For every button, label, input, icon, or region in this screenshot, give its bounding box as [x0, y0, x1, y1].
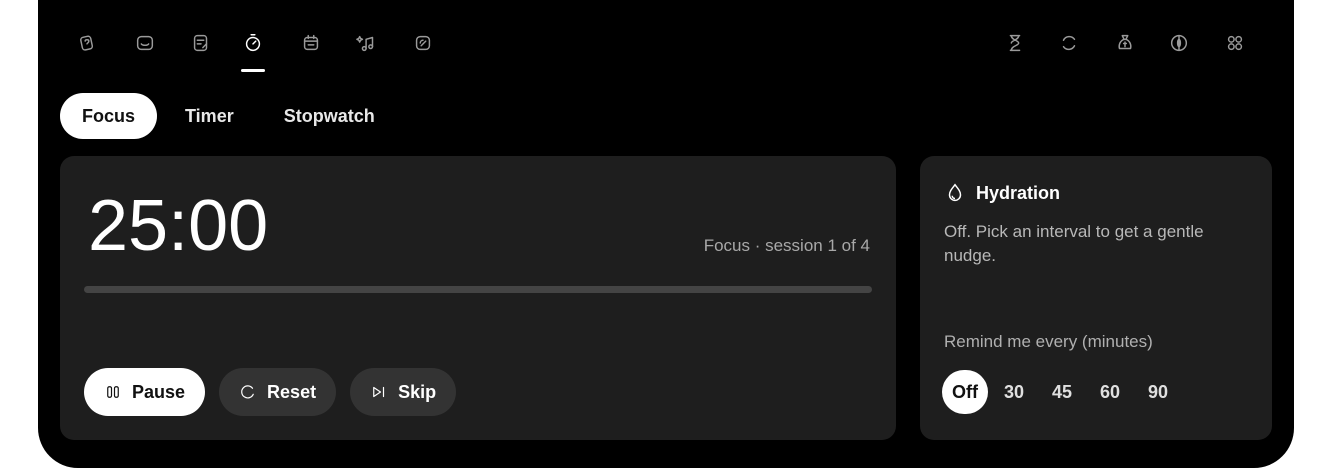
calendar-icon[interactable] — [296, 28, 326, 58]
inbox-icon[interactable] — [130, 28, 160, 58]
reset-button[interactable]: Reset — [219, 368, 337, 416]
app-window: Focus Timer Stopwatch 25:00 Focus · sess… — [38, 0, 1294, 468]
skip-icon — [373, 386, 385, 398]
remind-label: Remind me every (minutes) — [944, 332, 1153, 351]
skip-label: Skip — [398, 381, 437, 402]
mode-tabs: Focus Timer Stopwatch — [60, 93, 397, 139]
focus-card: 25:00 Focus · session 1 of 4 Pause Reset… — [60, 156, 896, 440]
hourglass-icon[interactable] — [1000, 28, 1030, 58]
interval-60[interactable]: 60 — [1088, 370, 1132, 414]
pause-label: Pause — [132, 381, 186, 402]
tab-timer[interactable]: Timer — [163, 93, 256, 139]
notes-icon[interactable] — [186, 28, 216, 58]
pause-button[interactable]: Pause — [84, 368, 206, 416]
timer-display: 25:00 — [88, 186, 269, 266]
timer-controls: Pause Reset Skip — [84, 368, 457, 416]
focus-icon[interactable] — [238, 28, 268, 58]
hydration-header: Hydration — [944, 182, 1060, 204]
grid-icon[interactable] — [1220, 28, 1250, 58]
water-drop-icon — [948, 183, 962, 201]
tab-stopwatch[interactable]: Stopwatch — [262, 93, 397, 139]
progress-bar — [84, 286, 872, 293]
skip-button[interactable]: Skip — [350, 368, 457, 416]
hydration-title: Hydration — [976, 182, 1061, 203]
reset-label: Reset — [267, 381, 317, 402]
hydration-description: Off. Pick an interval to get a gentle nu… — [944, 222, 1204, 265]
cards-icon[interactable] — [72, 28, 102, 58]
music-icon[interactable] — [352, 28, 382, 58]
pause-icon — [107, 386, 119, 398]
reset-icon — [241, 385, 254, 399]
interval-90[interactable]: 90 — [1136, 370, 1180, 414]
gauge-icon[interactable] — [408, 28, 438, 58]
interval-45[interactable]: 45 — [1040, 370, 1084, 414]
money-bag-icon[interactable] — [1110, 28, 1140, 58]
interval-30[interactable]: 30 — [992, 370, 1036, 414]
refresh-icon[interactable] — [1054, 28, 1084, 58]
tab-focus[interactable]: Focus — [60, 93, 158, 139]
session-label: Focus · session 1 of 4 — [703, 236, 870, 255]
interval-off[interactable]: Off — [942, 370, 988, 414]
active-tab-indicator — [241, 69, 265, 72]
interval-options: Off 30 45 60 90 — [942, 370, 1180, 414]
contrast-icon[interactable] — [1164, 28, 1194, 58]
hydration-card: Hydration Off. Pick an interval to get a… — [920, 156, 1272, 440]
